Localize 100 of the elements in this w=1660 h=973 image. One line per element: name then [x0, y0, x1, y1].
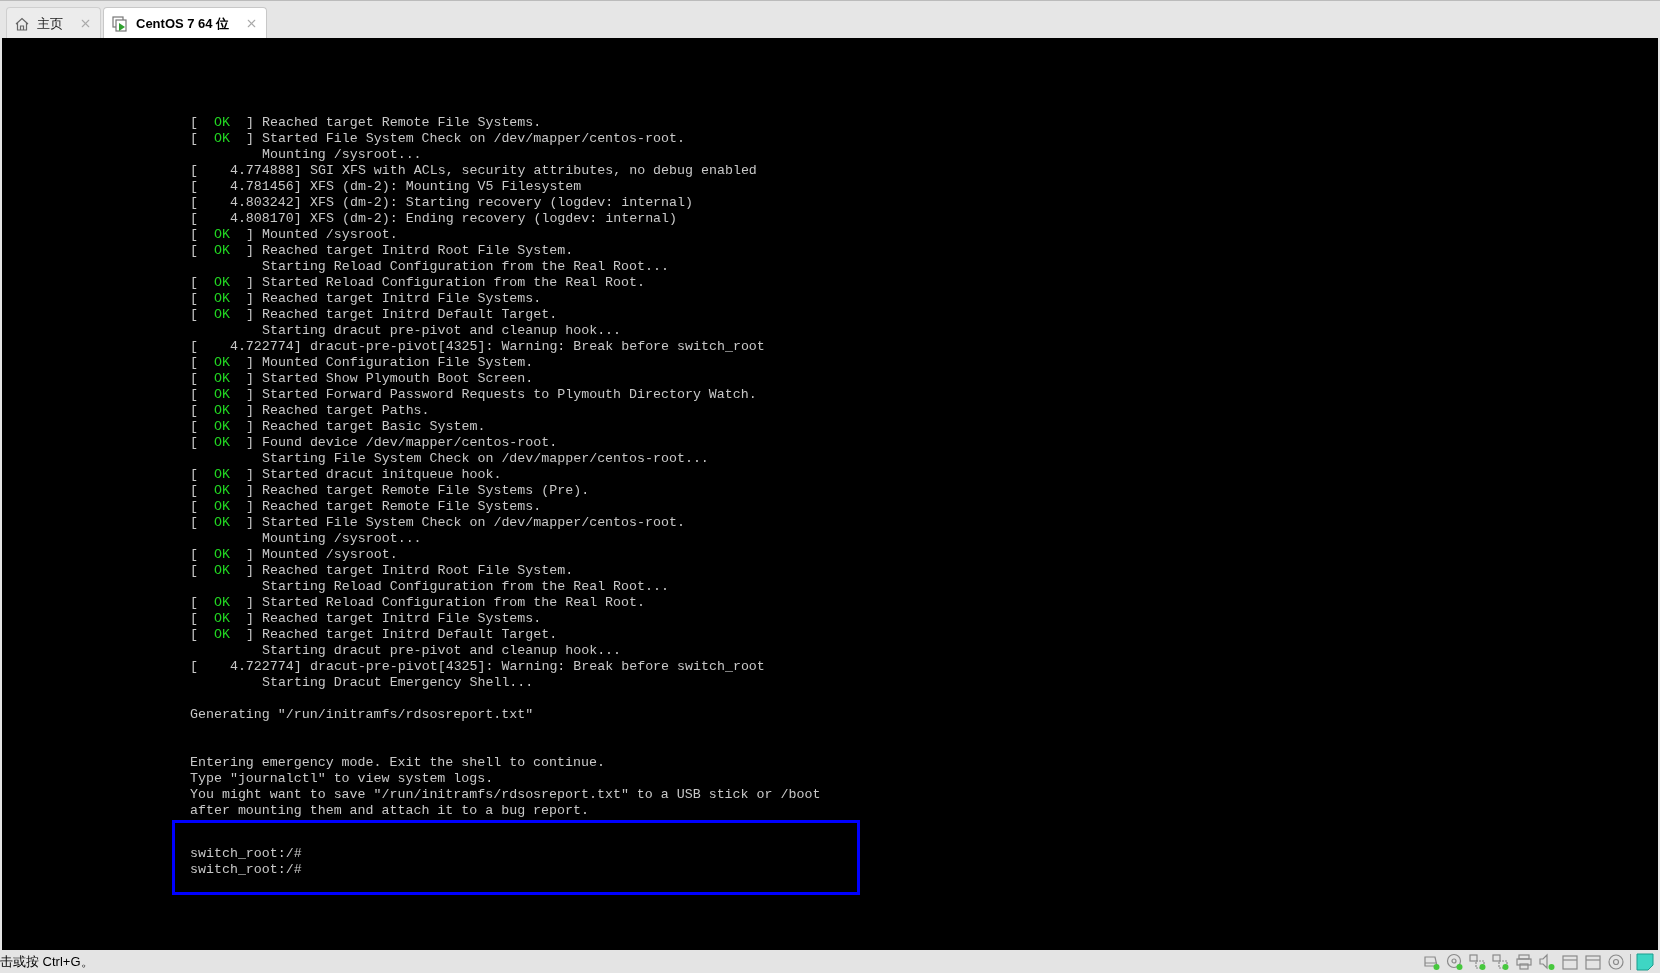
bracket-open: [ [190, 435, 199, 451]
bracket-close: ] [246, 435, 255, 451]
log-message: Starting dracut pre-pivot and cleanup hook... [262, 323, 622, 338]
shell-prompt: switch_root:/# [190, 846, 302, 861]
log-message: Starting Reload Configuration from the Real Root... [262, 579, 669, 594]
log-message: Mounted /sysroot. [262, 547, 398, 563]
bracket-open: [ [190, 355, 199, 371]
bracket-open: [ [190, 547, 199, 563]
log-message: Reached target Initrd File Systems. [262, 291, 542, 307]
bracket-close: ] [246, 371, 255, 387]
status-ok: OK [214, 515, 231, 531]
close-icon[interactable] [79, 17, 92, 30]
device-icon[interactable] [1584, 952, 1602, 971]
console-text: Entering emergency mode. Exit the shell to continue. [190, 755, 605, 770]
note-icon[interactable] [1636, 952, 1654, 971]
log-message: Mounting /sysroot... [262, 531, 422, 546]
log-message: Reached target Basic System. [262, 419, 486, 435]
bracket-close: ] [246, 611, 255, 627]
bracket-close: ] [246, 499, 255, 515]
bracket-close: ] [246, 131, 255, 147]
log-message: Mounted /sysroot. [262, 227, 398, 243]
bracket-close: ] [246, 291, 255, 307]
log-message: Started File System Check on /dev/mapper/centos-root. [262, 515, 685, 531]
bracket-open: [ [190, 275, 199, 291]
device-icon[interactable] [1469, 952, 1487, 971]
status-ok: OK [214, 131, 231, 147]
bracket-close: ] [246, 483, 255, 499]
device-icon[interactable] [1561, 952, 1579, 971]
bracket-open: [ [190, 627, 199, 643]
status-ok: OK [214, 611, 231, 627]
status-ok: OK [214, 627, 231, 643]
status-ok: OK [214, 595, 231, 611]
bracket-close: ] [246, 227, 255, 243]
status-ok: OK [214, 483, 231, 499]
log-message: Reached target Paths. [262, 403, 430, 419]
bracket-close: ] [246, 243, 255, 259]
status-ok: OK [214, 547, 231, 563]
bracket-close: ] [246, 387, 255, 403]
status-ok: OK [214, 435, 231, 451]
log-message: Reached target Initrd Default Target. [262, 627, 558, 643]
status-ok: OK [214, 371, 231, 387]
bracket-close: ] [246, 467, 255, 483]
log-message: Reached target Initrd File Systems. [262, 611, 542, 627]
bracket-close: ] [246, 275, 255, 291]
log-message: Started File System Check on /dev/mapper/centos-root. [262, 131, 685, 147]
device-icon[interactable] [1538, 952, 1556, 971]
bracket-close: ] [246, 595, 255, 611]
bracket-open: [ [190, 115, 199, 131]
device-icon[interactable] [1492, 952, 1510, 971]
log-message: Reached target Remote File Systems. [262, 499, 542, 515]
log-message: Started Forward Password Requests to Plymouth Directory Watch. [262, 387, 757, 403]
status-ok: OK [214, 387, 231, 403]
device-icon[interactable] [1607, 952, 1625, 971]
status-ok: OK [214, 419, 231, 435]
log-message: Starting File System Check on /dev/mapper/centos-root... [262, 451, 709, 466]
bracket-open: [ [190, 499, 199, 515]
log-message: Started Reload Configuration from the Real Root. [262, 275, 645, 291]
device-icon[interactable] [1446, 952, 1464, 971]
bracket-open: [ [190, 419, 199, 435]
bracket-open: [ [190, 563, 199, 579]
status-ok: OK [214, 467, 231, 483]
tab-label: 主页 [37, 14, 63, 33]
status-ok: OK [214, 243, 231, 259]
log-message: Reached target Remote File Systems. [262, 115, 542, 131]
status-ok: OK [214, 115, 231, 131]
bracket-open: [ [190, 387, 199, 403]
timestamp: [ 4.774888] [190, 163, 303, 179]
log-message: Started Reload Configuration from the Real Root. [262, 595, 645, 611]
bracket-close: ] [246, 307, 255, 323]
bracket-open: [ [190, 611, 199, 627]
log-message: XFS (dm-2): Mounting V5 Filesystem [310, 179, 582, 195]
shell-prompt: switch_root:/# [190, 862, 302, 877]
bracket-close: ] [246, 563, 255, 579]
bracket-close: ] [246, 419, 255, 435]
log-message: Started Show Plymouth Boot Screen. [262, 371, 534, 387]
log-message: Starting dracut pre-pivot and cleanup hook... [262, 643, 622, 658]
log-message: Found device /dev/mapper/centos-root. [262, 435, 558, 451]
virtual-machine-icon [112, 15, 128, 32]
console-text: Type "journalctl" to view system logs. [190, 771, 494, 786]
bracket-close: ] [246, 115, 255, 131]
timestamp: [ 4.722774] [190, 659, 303, 675]
bracket-open: [ [190, 403, 199, 419]
status-hint: 击或按 Ctrl+G。 [0, 952, 94, 971]
timestamp: [ 4.781456] [190, 179, 303, 195]
console-text: Generating "/run/initramfs/rdsosreport.txt" [190, 707, 534, 722]
device-icon[interactable] [1515, 952, 1533, 971]
tab[interactable]: CentOS 7 64 位 [103, 7, 268, 39]
log-message: Reached target Initrd Default Target. [262, 307, 558, 323]
log-message: dracut-pre-pivot[4325]: Warning: Break before switch_root [310, 659, 765, 675]
log-message: Starting Reload Configuration from the Real Root... [262, 259, 669, 274]
timestamp: [ 4.803242] [190, 195, 303, 211]
home-icon [15, 16, 29, 31]
log-message: Started dracut initqueue hook. [262, 467, 502, 483]
tab[interactable]: 主页 [6, 7, 101, 39]
console-text: You might want to save "/run/initramfs/rdsosreport.txt" to a USB stick or /boot [190, 787, 821, 802]
bracket-close: ] [246, 355, 255, 371]
timestamp: [ 4.808170] [190, 211, 303, 227]
timestamp: [ 4.722774] [190, 339, 303, 355]
status-ok: OK [214, 355, 231, 371]
status-ok: OK [214, 499, 231, 515]
